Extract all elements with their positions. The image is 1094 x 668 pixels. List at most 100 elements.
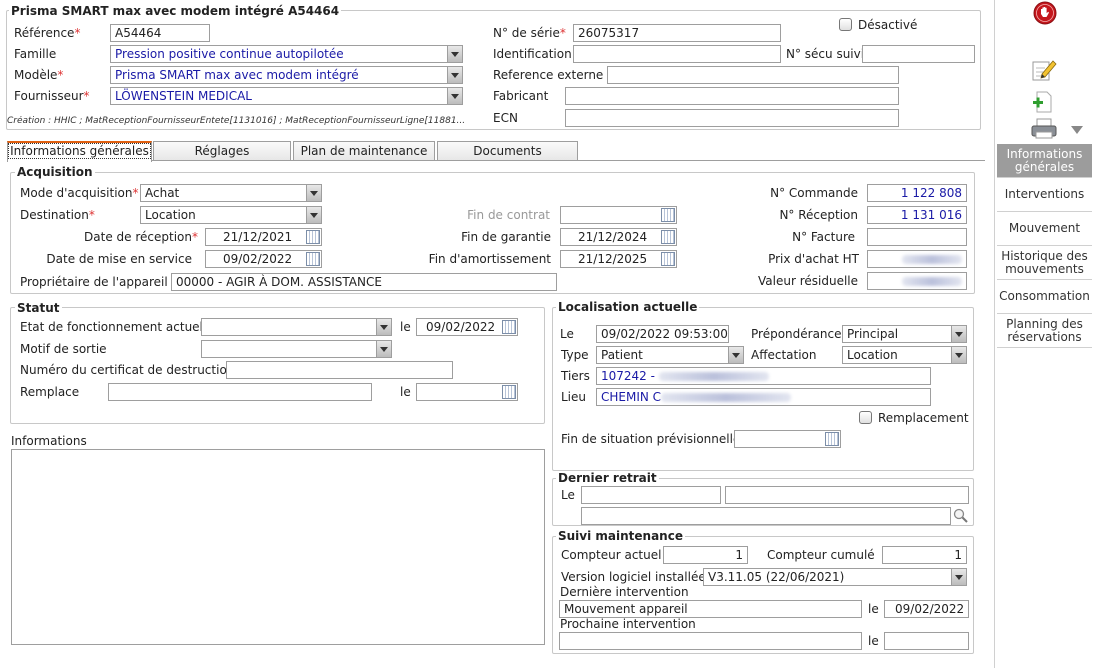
sidebar-item-interventions[interactable]: Interventions bbox=[997, 178, 1092, 212]
dropdown-arrow-icon bbox=[447, 46, 462, 62]
fin-amort-input[interactable]: 21/12/2025 bbox=[560, 250, 677, 268]
remplace-input[interactable] bbox=[108, 383, 372, 401]
sidebar-item-planning-reservations[interactable]: Planning des réservations bbox=[997, 314, 1092, 348]
tab-reglages[interactable]: Réglages bbox=[153, 141, 291, 161]
certificat-input[interactable] bbox=[226, 361, 453, 379]
type-select[interactable]: Patient bbox=[596, 346, 744, 364]
edit-icon[interactable] bbox=[1031, 58, 1057, 82]
fournisseur-select[interactable]: LÖWENSTEIN MEDICAL bbox=[110, 87, 463, 105]
printer-icon[interactable] bbox=[1030, 118, 1058, 140]
informations-textarea[interactable] bbox=[11, 449, 545, 645]
fabricant-input[interactable] bbox=[565, 87, 899, 105]
sidebar-item-historique-mouvements[interactable]: Historique des mouvements bbox=[997, 246, 1092, 280]
prochaine-date-input[interactable] bbox=[884, 632, 969, 650]
reference-input[interactable]: A54464 bbox=[110, 24, 210, 42]
fin-garantie-label: Fin de garantie bbox=[461, 230, 551, 244]
dropdown-arrow-icon bbox=[447, 88, 462, 104]
dropdown-arrow-icon bbox=[306, 185, 321, 201]
creation-info: Création : HHIC ; MatReceptionFournisseu… bbox=[7, 116, 466, 126]
tab-plan-maintenance[interactable]: Plan de maintenance bbox=[293, 141, 435, 161]
ecn-input[interactable] bbox=[565, 109, 899, 127]
mode-select[interactable]: Achat bbox=[140, 184, 322, 202]
identification-input[interactable] bbox=[573, 45, 781, 63]
dernier-retrait-legend: Dernier retrait bbox=[556, 471, 659, 485]
etat-date-input[interactable]: 09/02/2022 bbox=[416, 318, 518, 336]
loc-le-input[interactable]: 09/02/2022 09:53:00 bbox=[596, 325, 729, 343]
fin-contrat-input[interactable] bbox=[560, 206, 677, 224]
famille-select[interactable]: Pression positive continue autopilotée bbox=[110, 45, 463, 63]
localisation-legend: Localisation actuelle bbox=[556, 300, 700, 314]
calendar-icon[interactable] bbox=[661, 208, 675, 222]
prochaine-input[interactable] bbox=[559, 632, 862, 650]
retrait-lieu-input[interactable] bbox=[581, 507, 951, 525]
desactive-checkbox[interactable] bbox=[839, 18, 852, 31]
reception-label: N° Réception bbox=[779, 208, 858, 222]
identification-label: Identification bbox=[493, 47, 572, 61]
proprietaire-label: Propriétaire de l'appareil bbox=[20, 275, 168, 289]
retrait-info-input[interactable] bbox=[725, 486, 969, 504]
motif-select[interactable] bbox=[201, 340, 392, 358]
calendar-icon[interactable] bbox=[502, 320, 516, 334]
reception-input[interactable]: 1 131 016 bbox=[867, 206, 967, 224]
proprietaire-input[interactable]: 00000 - AGIR À DOM. ASSISTANCE bbox=[171, 273, 557, 291]
preponderance-select[interactable]: Principal bbox=[842, 325, 967, 343]
remplace-le-label: le bbox=[400, 385, 411, 399]
version-select[interactable]: V3.11.05 (22/06/2021) bbox=[703, 568, 967, 586]
affectation-select[interactable]: Location bbox=[842, 346, 967, 364]
dropdown-arrow-icon bbox=[728, 347, 743, 363]
compteur-input[interactable]: 1 bbox=[663, 546, 748, 564]
calendar-icon[interactable] bbox=[661, 230, 675, 244]
calendar-icon[interactable] bbox=[306, 252, 320, 266]
commande-label: N° Commande bbox=[770, 186, 858, 200]
ref-externe-input[interactable] bbox=[607, 66, 899, 84]
derniere-le-label: le bbox=[868, 602, 879, 616]
secu-input[interactable] bbox=[862, 45, 975, 63]
sidebar-item-mouvement[interactable]: Mouvement bbox=[997, 212, 1092, 246]
dropdown-arrow-icon bbox=[951, 569, 966, 585]
dropdown-arrow-icon bbox=[951, 326, 966, 342]
lieu-input[interactable]: CHEMIN C bbox=[596, 388, 931, 406]
etat-le-label: le bbox=[400, 320, 411, 334]
calendar-icon[interactable] bbox=[661, 252, 675, 266]
etat-select[interactable] bbox=[201, 318, 392, 336]
tab-documents[interactable]: Documents bbox=[437, 141, 578, 161]
serie-input[interactable]: 26075317 bbox=[573, 24, 781, 42]
fin-garantie-input[interactable]: 21/12/2024 bbox=[560, 228, 677, 246]
calendar-icon[interactable] bbox=[502, 385, 516, 399]
stop-hand-icon[interactable] bbox=[1033, 1, 1057, 25]
commande-input[interactable]: 1 122 808 bbox=[867, 184, 967, 202]
destination-select[interactable]: Location bbox=[140, 206, 322, 224]
facture-input[interactable] bbox=[867, 228, 967, 246]
fin-situation-input[interactable] bbox=[734, 430, 841, 448]
tab-informations-generales[interactable]: Informations générales bbox=[7, 141, 152, 162]
cumule-input[interactable]: 1 bbox=[882, 546, 967, 564]
valeur-input[interactable] bbox=[867, 272, 967, 290]
chevron-down-icon[interactable] bbox=[1070, 125, 1084, 135]
reference-label: Référence* bbox=[14, 26, 81, 40]
fournisseur-label: Fournisseur* bbox=[14, 89, 90, 103]
tiers-input[interactable]: 107242 - bbox=[596, 367, 931, 385]
dropdown-arrow-icon bbox=[376, 319, 391, 335]
derniere-date-input[interactable]: 09/02/2022 bbox=[884, 600, 969, 618]
sidebar-item-informations-generales[interactable]: Informations générales bbox=[997, 144, 1092, 178]
sidebar-item-consommation[interactable]: Consommation bbox=[997, 280, 1092, 314]
date-service-input[interactable]: 09/02/2022 bbox=[205, 250, 322, 268]
ecn-label: ECN bbox=[493, 111, 518, 125]
calendar-icon[interactable] bbox=[306, 230, 320, 244]
prix-input[interactable] bbox=[867, 250, 967, 268]
acquisition-legend: Acquisition bbox=[15, 165, 95, 179]
date-reception-input[interactable]: 21/12/2021 bbox=[205, 228, 322, 246]
preponderance-label: Prépondérance bbox=[751, 327, 842, 341]
remplace-label: Remplace bbox=[20, 385, 80, 399]
calendar-icon[interactable] bbox=[825, 432, 839, 446]
version-label: Version logiciel installée bbox=[561, 570, 706, 584]
retrait-date-input[interactable] bbox=[581, 486, 721, 504]
modele-select[interactable]: Prisma SMART max avec modem intégré bbox=[110, 66, 463, 84]
search-icon[interactable] bbox=[952, 507, 970, 525]
remplace-date-input[interactable] bbox=[416, 383, 518, 401]
new-document-icon[interactable] bbox=[1031, 90, 1055, 114]
certificat-label: Numéro du certificat de destruction bbox=[20, 363, 235, 377]
remplacement-checkbox[interactable] bbox=[859, 411, 872, 424]
tiers-label: Tiers bbox=[561, 369, 590, 383]
famille-label: Famille bbox=[14, 47, 57, 61]
